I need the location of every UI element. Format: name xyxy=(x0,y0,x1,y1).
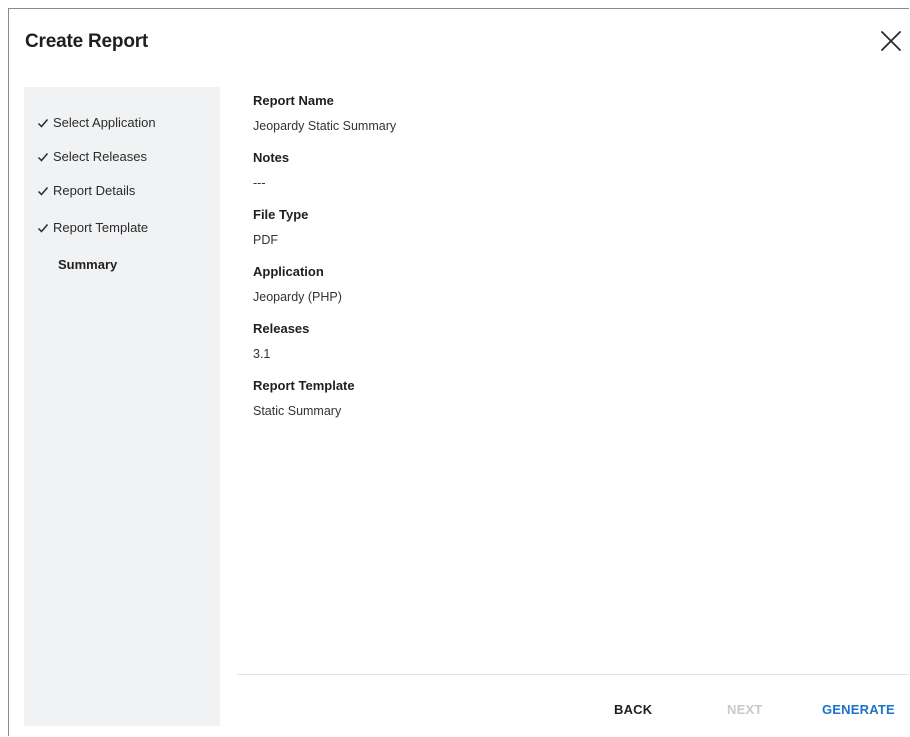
footer-divider xyxy=(237,674,909,675)
field-label-application: Application xyxy=(253,264,324,279)
field-label-report-template: Report Template xyxy=(253,378,355,393)
field-value-file-type: PDF xyxy=(253,233,278,247)
step-label: Select Releases xyxy=(53,149,147,164)
field-value-report-name: Jeopardy Static Summary xyxy=(253,119,397,133)
checkmark-icon xyxy=(37,185,49,197)
field-value-notes: --- xyxy=(253,176,266,190)
field-label-notes: Notes xyxy=(253,150,290,165)
create-report-dialog: Create Report Select Application Select … xyxy=(8,8,909,736)
field-label-file-type: File Type xyxy=(253,207,309,222)
field-value-releases: 3.1 xyxy=(253,347,271,361)
field-value-application: Jeopardy (PHP) xyxy=(253,290,342,304)
step-label: Summary xyxy=(58,257,118,272)
close-icon xyxy=(879,29,903,53)
step-report-template[interactable]: Report Template xyxy=(37,220,148,235)
checkmark-icon xyxy=(37,222,49,234)
step-label: Report Template xyxy=(53,220,149,235)
checkmark-icon xyxy=(37,117,49,129)
step-select-releases[interactable]: Select Releases xyxy=(37,149,147,164)
field-label-releases: Releases xyxy=(253,321,310,336)
step-label: Report Details xyxy=(53,183,136,198)
step-report-details[interactable]: Report Details xyxy=(37,183,135,198)
generate-button[interactable]: GENERATE xyxy=(822,702,895,717)
wizard-steps-sidebar: Select Application Select Releases Repor… xyxy=(24,87,220,726)
close-button[interactable] xyxy=(879,29,903,53)
dialog-title: Create Report xyxy=(25,31,149,52)
field-value-report-template: Static Summary xyxy=(253,404,342,418)
field-label-report-name: Report Name xyxy=(253,93,334,108)
step-label: Select Application xyxy=(53,115,156,130)
back-button[interactable]: BACK xyxy=(614,702,652,717)
step-select-application[interactable]: Select Application xyxy=(37,115,156,130)
next-button[interactable]: NEXT xyxy=(727,702,762,717)
step-summary[interactable]: Summary xyxy=(58,257,117,272)
checkmark-icon xyxy=(37,151,49,163)
